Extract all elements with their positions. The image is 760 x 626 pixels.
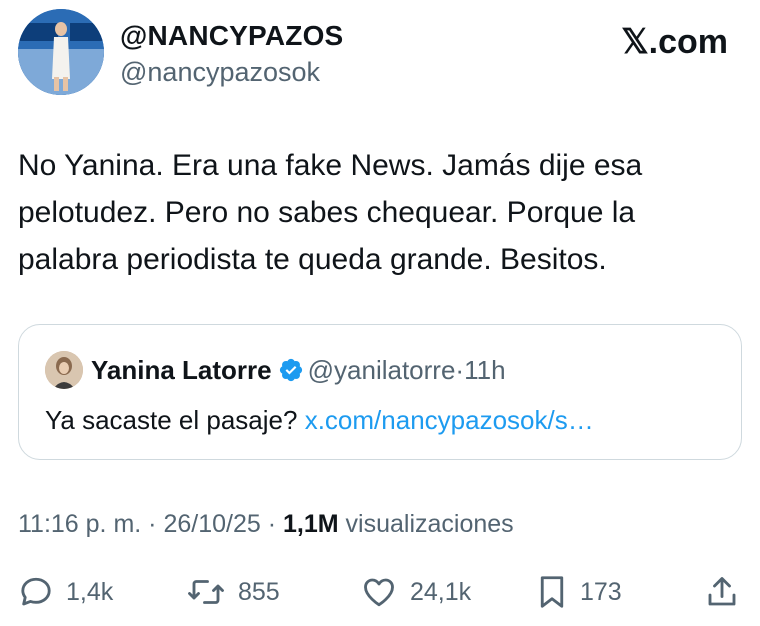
heart-icon <box>360 574 398 610</box>
tweet-header: @NANCYPAZOS @nancypazosok 𝕏.com <box>0 0 760 110</box>
repost-icon <box>186 574 226 610</box>
quoted-time[interactable]: 11h <box>464 355 505 385</box>
views-count: 1,1M <box>282 510 339 538</box>
display-name[interactable]: @NANCYPAZOS <box>120 20 343 52</box>
like-count: 24,1k <box>410 577 472 606</box>
x-logo: 𝕏.com <box>621 23 728 61</box>
profile-avatar[interactable] <box>18 9 104 95</box>
reply-icon <box>18 574 54 610</box>
quoted-avatar[interactable] <box>45 351 83 389</box>
repost-button[interactable]: 855 <box>186 570 280 614</box>
reply-count: 1,4k <box>66 577 114 606</box>
tweet-meta: 11:16 p. m. · 26/10/25 · 1,1M visualizac… <box>18 508 514 540</box>
tweet-time[interactable]: 11:16 p. m. <box>18 510 141 538</box>
share-icon <box>704 574 740 610</box>
tweet-date[interactable]: 26/10/25 <box>163 510 260 538</box>
verified-badge-icon <box>278 357 304 391</box>
quoted-username[interactable]: @yanilatorre <box>308 355 456 385</box>
views-label: visualizaciones <box>338 510 514 538</box>
quoted-link[interactable]: x.com/nancypazosok/s… <box>305 405 594 435</box>
quoted-name[interactable]: Yanina Latorre <box>91 355 272 385</box>
repost-count: 855 <box>238 577 280 606</box>
bookmark-icon <box>536 574 568 610</box>
quoted-separator: · <box>455 355 465 385</box>
bookmark-button[interactable]: 173 <box>536 570 622 614</box>
author-info: @NANCYPAZOS @nancypazosok <box>120 20 343 89</box>
meta-separator: · <box>141 510 164 538</box>
share-button[interactable] <box>704 570 740 614</box>
quoted-text-line: Ya sacaste el pasaje? x.com/nancypazosok… <box>45 403 594 437</box>
quoted-header: Yanina Latorre @yanilatorre·11h <box>91 353 506 391</box>
meta-separator: · <box>260 510 283 538</box>
quoted-tweet[interactable]: Yanina Latorre @yanilatorre·11h Ya sacast… <box>18 324 742 460</box>
tweet-text: No Yanina. Era una fake News. Jamás dije… <box>18 149 643 276</box>
username[interactable]: @nancypazosok <box>120 55 343 89</box>
like-button[interactable]: 24,1k <box>360 570 471 614</box>
bookmark-count: 173 <box>580 577 622 606</box>
quoted-text: Ya sacaste el pasaje? <box>45 405 298 435</box>
reply-button[interactable]: 1,4k <box>18 570 113 614</box>
action-bar: 1,4k 855 24,1k 173 <box>0 570 760 614</box>
